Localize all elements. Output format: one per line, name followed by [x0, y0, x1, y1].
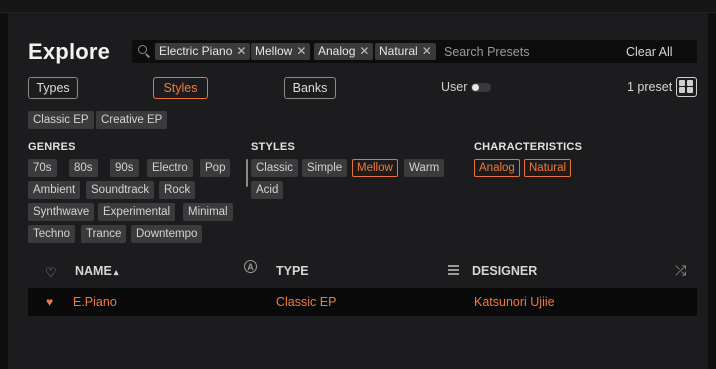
style-tag-mellow[interactable]: Mellow — [352, 159, 398, 177]
genre-tag-downtempo[interactable]: Downtempo — [131, 225, 203, 243]
search-chip-natural[interactable]: Natural ✕ — [375, 43, 436, 60]
grid-view-icon[interactable] — [676, 77, 697, 97]
heart-icon[interactable]: ♡ — [45, 265, 57, 281]
characteristic-tag-natural[interactable]: Natural — [524, 159, 572, 177]
genre-tag-experimental[interactable]: Experimental — [98, 203, 176, 221]
preset-count: 1 preset — [627, 80, 673, 94]
tab-types[interactable]: Types — [28, 77, 78, 99]
genre-tag-90s[interactable]: 90s — [110, 159, 139, 177]
column-header-type[interactable]: TYPE — [276, 264, 309, 278]
characteristics-heading: CHARACTERISTICS — [474, 141, 583, 153]
styles-heading: STYLES — [251, 141, 295, 153]
user-toggle[interactable] — [471, 83, 491, 92]
style-tag-classic[interactable]: Classic — [251, 159, 299, 177]
characteristic-tag-analog[interactable]: Analog — [474, 159, 520, 177]
genre-tag-rock[interactable]: Rock — [159, 181, 196, 199]
genre-tag-electro[interactable]: Electro — [147, 159, 193, 177]
style-tag-simple[interactable]: Simple — [302, 159, 348, 177]
style-tag-warm[interactable]: Warm — [404, 159, 445, 177]
page-title: Explore — [28, 39, 111, 64]
genre-tag-80s[interactable]: 80s — [69, 159, 98, 177]
type-tag-classic-ep[interactable]: Classic EP — [28, 111, 94, 129]
clear-all-button[interactable]: Clear All — [626, 45, 673, 59]
table-row[interactable]: ♥ E.Piano Classic EP Katsunori Ujiie — [28, 288, 697, 316]
list-icon[interactable] — [448, 265, 459, 275]
genre-tag-pop[interactable]: Pop — [200, 159, 231, 177]
tab-styles[interactable]: Styles — [153, 77, 208, 99]
genre-tag-techno[interactable]: Techno — [28, 225, 76, 243]
close-icon[interactable]: ✕ — [359, 44, 369, 58]
chip-label: Mellow — [255, 44, 293, 58]
genre-tag-minimal[interactable]: Minimal — [183, 203, 233, 221]
heart-filled-icon[interactable]: ♥ — [46, 295, 53, 309]
genre-tag-ambient[interactable]: Ambient — [28, 181, 81, 199]
chip-label: Analog — [318, 44, 356, 58]
close-icon[interactable]: ✕ — [296, 44, 306, 58]
column-header-designer[interactable]: DESIGNER — [472, 264, 537, 278]
type-tag-creative-ep[interactable]: Creative EP — [96, 111, 168, 129]
close-icon[interactable]: ✕ — [422, 44, 432, 58]
circled-a-icon[interactable]: A — [244, 260, 257, 273]
styles-scrollbar[interactable] — [246, 159, 248, 187]
style-tag-acid[interactable]: Acid — [251, 181, 284, 199]
search-chip-mellow[interactable]: Mellow ✕ — [251, 43, 311, 60]
chip-label: Natural — [379, 44, 418, 58]
genres-heading: GENRES — [28, 141, 76, 153]
preset-name: E.Piano — [73, 295, 117, 309]
search-chip-electric-piano[interactable]: Electric Piano ✕ — [155, 43, 251, 60]
genre-tag-trance[interactable]: Trance — [81, 225, 127, 243]
genre-tag-synthwave[interactable]: Synthwave — [28, 203, 95, 221]
tab-banks[interactable]: Banks — [284, 77, 336, 99]
search-chip-analog[interactable]: Analog ✕ — [314, 43, 374, 60]
column-header-name[interactable]: NAME ▴ — [75, 264, 118, 278]
preset-designer: Katsunori Ujiie — [474, 295, 555, 309]
sort-ascending-icon: ▴ — [113, 267, 119, 277]
genre-tag-70s[interactable]: 70s — [28, 159, 57, 177]
chip-label: Electric Piano — [159, 44, 233, 58]
search-icon — [138, 45, 147, 54]
column-name-label: NAME — [75, 264, 112, 278]
window-top-strip — [0, 0, 716, 13]
close-icon[interactable]: ✕ — [236, 44, 246, 58]
search-input[interactable] — [438, 42, 620, 61]
preset-type: Classic EP — [276, 295, 337, 309]
user-filter-label: User — [441, 80, 468, 94]
genre-tag-soundtrack[interactable]: Soundtrack — [86, 181, 155, 199]
shuffle-icon[interactable]: ⤮ — [675, 262, 686, 279]
